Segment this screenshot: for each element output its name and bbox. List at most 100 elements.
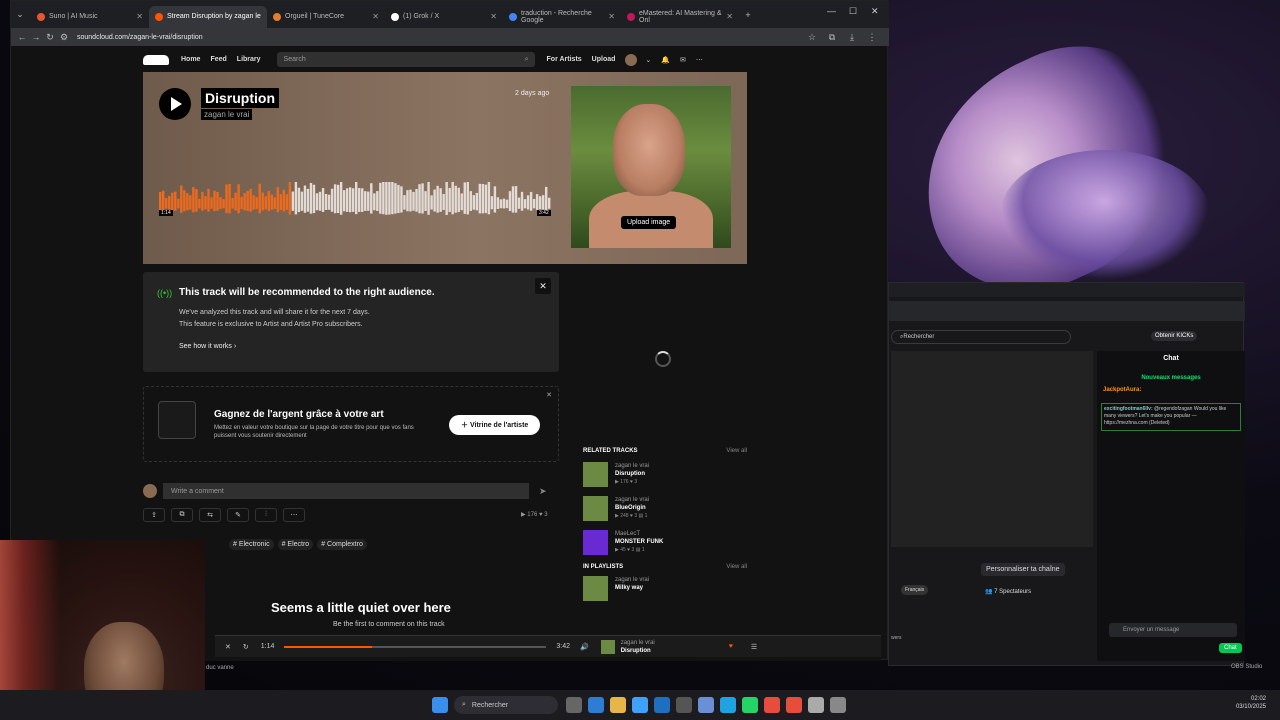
tag[interactable]: # Electronic <box>229 539 274 550</box>
edge-icon[interactable] <box>720 697 736 713</box>
bell-icon[interactable]: 🔔 <box>661 56 670 64</box>
nav-library[interactable]: Library <box>237 56 261 63</box>
send-icon[interactable]: ➤ <box>539 486 547 497</box>
get-kicks-button[interactable]: Obtenir KICKs <box>1151 331 1198 341</box>
list-item[interactable]: zagan le vrai Disruption ▶ 176 ♥ 3 <box>583 462 747 487</box>
repeat-icon[interactable]: ↻ <box>243 643 249 651</box>
chat-input[interactable]: Envoyer un message <box>1109 623 1237 637</box>
copilot-icon[interactable] <box>588 697 604 713</box>
file-explorer-icon[interactable] <box>610 697 626 713</box>
store-icon[interactable] <box>632 697 648 713</box>
firefox-icon[interactable] <box>764 697 780 713</box>
volume-icon[interactable]: 🔊 <box>580 643 589 651</box>
nav-feed[interactable]: Feed <box>210 56 226 63</box>
nav-home[interactable]: Home <box>181 56 200 63</box>
track-artwork: Upload image <box>571 86 731 248</box>
related-heading: RELATED TRACKS <box>583 448 638 454</box>
reload-icon[interactable]: ↻ <box>43 32 57 43</box>
photos-icon[interactable] <box>698 697 714 713</box>
obs-icon[interactable] <box>808 697 824 713</box>
search-input[interactable]: Search ⌕ <box>276 52 535 67</box>
close-icon[interactable]: ✕ <box>546 391 552 399</box>
clock[interactable]: 02:02 03/10/2025 <box>1236 695 1266 711</box>
more-icon[interactable]: ⋯ <box>696 56 703 64</box>
insights-icon[interactable]: ⫶ <box>255 508 277 522</box>
close-icon[interactable]: ✕ <box>254 12 261 21</box>
close-icon[interactable]: ✕ <box>726 12 733 21</box>
close-icon[interactable]: ✕ <box>490 12 497 21</box>
copy-link-icon[interactable]: ⧉ <box>171 508 193 522</box>
list-item[interactable]: zagan le vrai Milky way <box>583 576 747 601</box>
related-view-all[interactable]: View all <box>726 448 747 454</box>
play-button[interactable] <box>159 88 191 120</box>
repost-icon[interactable]: ⇆ <box>199 508 221 522</box>
nav-for-artists[interactable]: For Artists <box>547 56 582 63</box>
menu-icon[interactable]: ⋮ <box>865 32 879 43</box>
see-how-link[interactable]: See how it works › <box>179 343 236 350</box>
playlists-view-all[interactable]: View all <box>726 564 747 570</box>
extensions-icon[interactable]: ⧉ <box>825 32 839 43</box>
chevron-down-icon[interactable]: ⌄ <box>645 56 651 64</box>
waveform[interactable] <box>159 182 551 228</box>
tab-search-icon[interactable]: ⌄ <box>13 9 27 20</box>
like-icon[interactable]: ♥ <box>729 643 733 650</box>
shuffle-icon[interactable]: ✕ <box>225 643 231 651</box>
artist-showcase-button[interactable]: ＋ Vitrine de l'artiste <box>449 415 541 435</box>
close-window-icon[interactable]: ✕ <box>871 6 879 17</box>
upload-image-button[interactable]: Upload image <box>621 216 677 229</box>
message-user[interactable]: excitingfootman6llv: <box>1104 406 1153 412</box>
outlook-icon[interactable] <box>654 697 670 713</box>
chat-user[interactable]: JackpotAura: <box>1103 387 1141 393</box>
tag[interactable]: # Electro <box>277 539 314 550</box>
twitch-search-input[interactable]: ⌕ Rechercher <box>891 330 1071 344</box>
close-icon[interactable]: ✕ <box>136 12 143 21</box>
close-icon[interactable]: ✕ <box>608 12 615 21</box>
tab-grok[interactable]: (1) Grok / X ✕ <box>385 6 503 28</box>
download-icon[interactable]: ⤓ <box>845 32 859 43</box>
waveform-bar <box>529 191 533 211</box>
chat-send-button[interactable]: Chat <box>1219 643 1242 653</box>
player-title[interactable]: Disruption <box>621 647 721 655</box>
share-icon[interactable]: ⇪ <box>143 508 165 522</box>
minimize-icon[interactable]: — <box>827 6 836 16</box>
maximize-icon[interactable]: ☐ <box>849 6 857 17</box>
chrome-icon[interactable] <box>786 697 802 713</box>
tab-tunecore[interactable]: Orgueil | TuneCore ✕ <box>267 6 385 28</box>
close-icon[interactable]: ✕ <box>535 278 551 294</box>
tab-suno[interactable]: Suno | AI Music ✕ <box>31 6 149 28</box>
more-icon[interactable]: ⋯ <box>283 508 305 522</box>
waveform-bar <box>484 184 488 214</box>
back-icon[interactable]: ← <box>15 32 29 42</box>
taskbar-search[interactable]: ⌕ Rechercher <box>454 696 558 714</box>
new-tab-icon[interactable]: + <box>741 10 755 20</box>
language-badge[interactable]: Français <box>901 585 929 595</box>
soundcloud-logo-icon[interactable] <box>143 54 169 65</box>
tab-emastered[interactable]: eMastered: AI Mastering & Onl ✕ <box>621 6 739 28</box>
tag[interactable]: # Complextro <box>317 539 367 550</box>
edit-icon[interactable]: ✎ <box>227 508 249 522</box>
whatsapp-icon[interactable] <box>742 697 758 713</box>
queue-icon[interactable]: ☰ <box>751 643 757 651</box>
list-item[interactable]: zagan le vrai BlueOrigin ▶ 248 ♥ 3 ▤ 1 <box>583 496 747 521</box>
task-view-icon[interactable] <box>566 697 582 713</box>
start-icon[interactable] <box>432 697 448 713</box>
forward-icon[interactable]: → <box>29 32 43 42</box>
tab-soundcloud[interactable]: Stream Disruption by zagan le ✕ <box>149 5 267 28</box>
close-icon[interactable]: ✕ <box>372 12 379 21</box>
mail-icon[interactable]: ✉ <box>680 56 686 64</box>
list-item[interactable]: MaeLecT MONSTER FUNK ▶ 45 ♥ 3 ▤ 1 <box>583 530 747 555</box>
terminal-icon[interactable] <box>676 697 692 713</box>
comment-input[interactable]: Write a comment <box>163 483 529 499</box>
player-artist[interactable]: zagan le vrai <box>621 639 721 647</box>
customize-channel-button[interactable]: Personnaliser ta chaîne <box>981 563 1065 576</box>
settings-icon[interactable] <box>830 697 846 713</box>
bookmark-icon[interactable]: ☆ <box>805 32 819 43</box>
user-avatar[interactable] <box>625 53 638 66</box>
progress-slider[interactable] <box>284 645 547 648</box>
url-field[interactable]: soundcloud.com/zagan-le-vrai/disruption <box>77 34 203 41</box>
site-info-icon[interactable]: ⚙ <box>57 32 71 43</box>
nav-upload[interactable]: Upload <box>592 56 616 63</box>
track-artist[interactable]: zagan le vrai <box>201 109 253 120</box>
search-icon[interactable]: ⌕ <box>525 56 529 64</box>
tab-google[interactable]: traduction - Recherche Google ✕ <box>503 6 621 28</box>
